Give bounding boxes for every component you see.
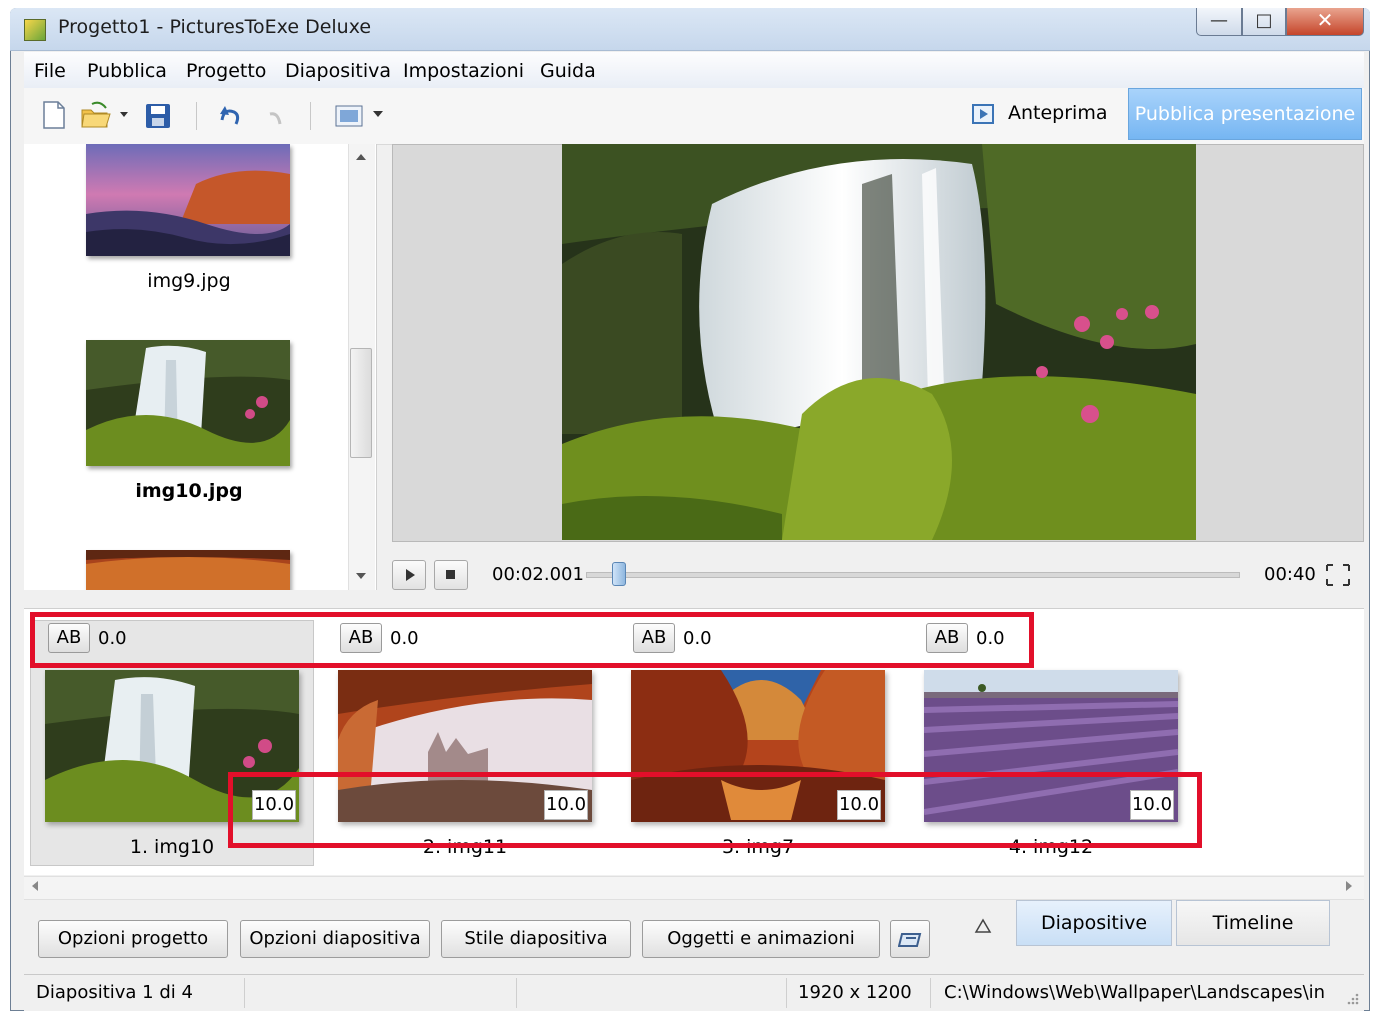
close-button[interactable]: ✕ — [1286, 8, 1364, 36]
status-separator — [930, 978, 931, 1008]
app-icon — [24, 19, 46, 41]
collapse-triangle-icon[interactable] — [974, 918, 992, 934]
minimize-button[interactable]: — — [1196, 8, 1242, 36]
minimize-icon: — — [1210, 10, 1228, 31]
current-time: 00:02.001 — [492, 564, 584, 585]
duration-highlight-box — [228, 772, 1202, 848]
transition-highlight-box — [30, 612, 1034, 668]
publish-presentation-button[interactable]: Pubblica presentazione — [1128, 88, 1362, 140]
slide-thumbnail-img11[interactable] — [86, 550, 290, 590]
slide-list-label-selected: img10.jpg — [135, 480, 243, 502]
tab-slides[interactable]: Diapositive — [1016, 900, 1172, 946]
strip-scrollbar[interactable] — [24, 876, 1364, 900]
redo-icon[interactable] — [269, 112, 282, 125]
menu-progetto[interactable]: Progetto — [186, 60, 266, 82]
seek-bar[interactable] — [586, 572, 1240, 578]
status-separator — [244, 978, 245, 1008]
save-icon[interactable] — [146, 104, 170, 128]
slide-style-button[interactable]: Stile diapositiva — [441, 920, 631, 958]
seek-handle[interactable] — [611, 562, 626, 586]
status-separator — [516, 978, 517, 1008]
new-file-icon[interactable] — [43, 101, 65, 129]
scroll-left-icon[interactable] — [30, 880, 40, 892]
fullscreen-icon[interactable] — [1324, 562, 1352, 588]
toolbar-separator — [196, 102, 197, 130]
objects-animations-button[interactable]: Oggetti e animazioni — [642, 920, 880, 958]
status-separator — [786, 978, 787, 1008]
menu-impostazioni[interactable]: Impostazioni — [403, 60, 524, 82]
menu-pubblica[interactable]: Pubblica — [87, 60, 167, 82]
slide-tool-icon — [898, 933, 922, 947]
resize-grip-icon[interactable] — [1344, 990, 1360, 1006]
toolbar-separator — [310, 102, 311, 130]
preview-play-glyph — [980, 109, 988, 119]
preview-label: Anteprima — [1008, 102, 1108, 124]
open-dropdown-icon[interactable] — [120, 112, 128, 117]
slide-thumbnail-img10[interactable] — [86, 340, 290, 466]
scroll-down-icon[interactable] — [355, 571, 367, 581]
slide-options-button[interactable]: Opzioni diapositiva — [240, 920, 430, 958]
maximize-button[interactable]: □ — [1242, 8, 1286, 36]
scroll-up-icon[interactable] — [355, 152, 367, 162]
status-resolution: 1920 x 1200 — [798, 982, 912, 1003]
view-dropdown-icon[interactable] — [372, 110, 386, 120]
preview-image — [562, 144, 1196, 540]
slide-list[interactable]: img9.jpg img10.jpg — [24, 144, 377, 590]
stop-icon — [446, 570, 455, 579]
slide-list-label: img9.jpg — [147, 270, 231, 292]
status-slide-count: Diapositiva 1 di 4 — [36, 982, 193, 1003]
window-title: Progetto1 - PicturesToExe Deluxe — [58, 16, 372, 38]
scroll-right-icon[interactable] — [1344, 880, 1354, 892]
toolbar-icons — [43, 101, 363, 130]
menu-file[interactable]: File — [34, 60, 66, 82]
slide-thumbnail-img9[interactable] — [86, 144, 290, 256]
slide-list-scroll-thumb[interactable] — [350, 348, 372, 458]
menu-guida[interactable]: Guida — [540, 60, 596, 82]
maximize-icon: □ — [1255, 10, 1273, 31]
total-time: 00:40 — [1264, 564, 1316, 585]
tab-timeline[interactable]: Timeline — [1176, 900, 1330, 946]
menu-diapositiva[interactable]: Diapositiva — [285, 60, 391, 82]
project-options-button[interactable]: Opzioni progetto — [38, 920, 228, 958]
open-folder-icon[interactable] — [81, 101, 111, 128]
menu-bar: File Pubblica Progetto Diapositiva Impos… — [24, 52, 1364, 89]
close-icon: ✕ — [1316, 8, 1334, 32]
status-file-path: C:\Windows\Web\Wallpaper\Landscapes\in — [944, 982, 1326, 1003]
play-icon — [406, 569, 415, 581]
slide-view-icon[interactable] — [335, 105, 363, 127]
